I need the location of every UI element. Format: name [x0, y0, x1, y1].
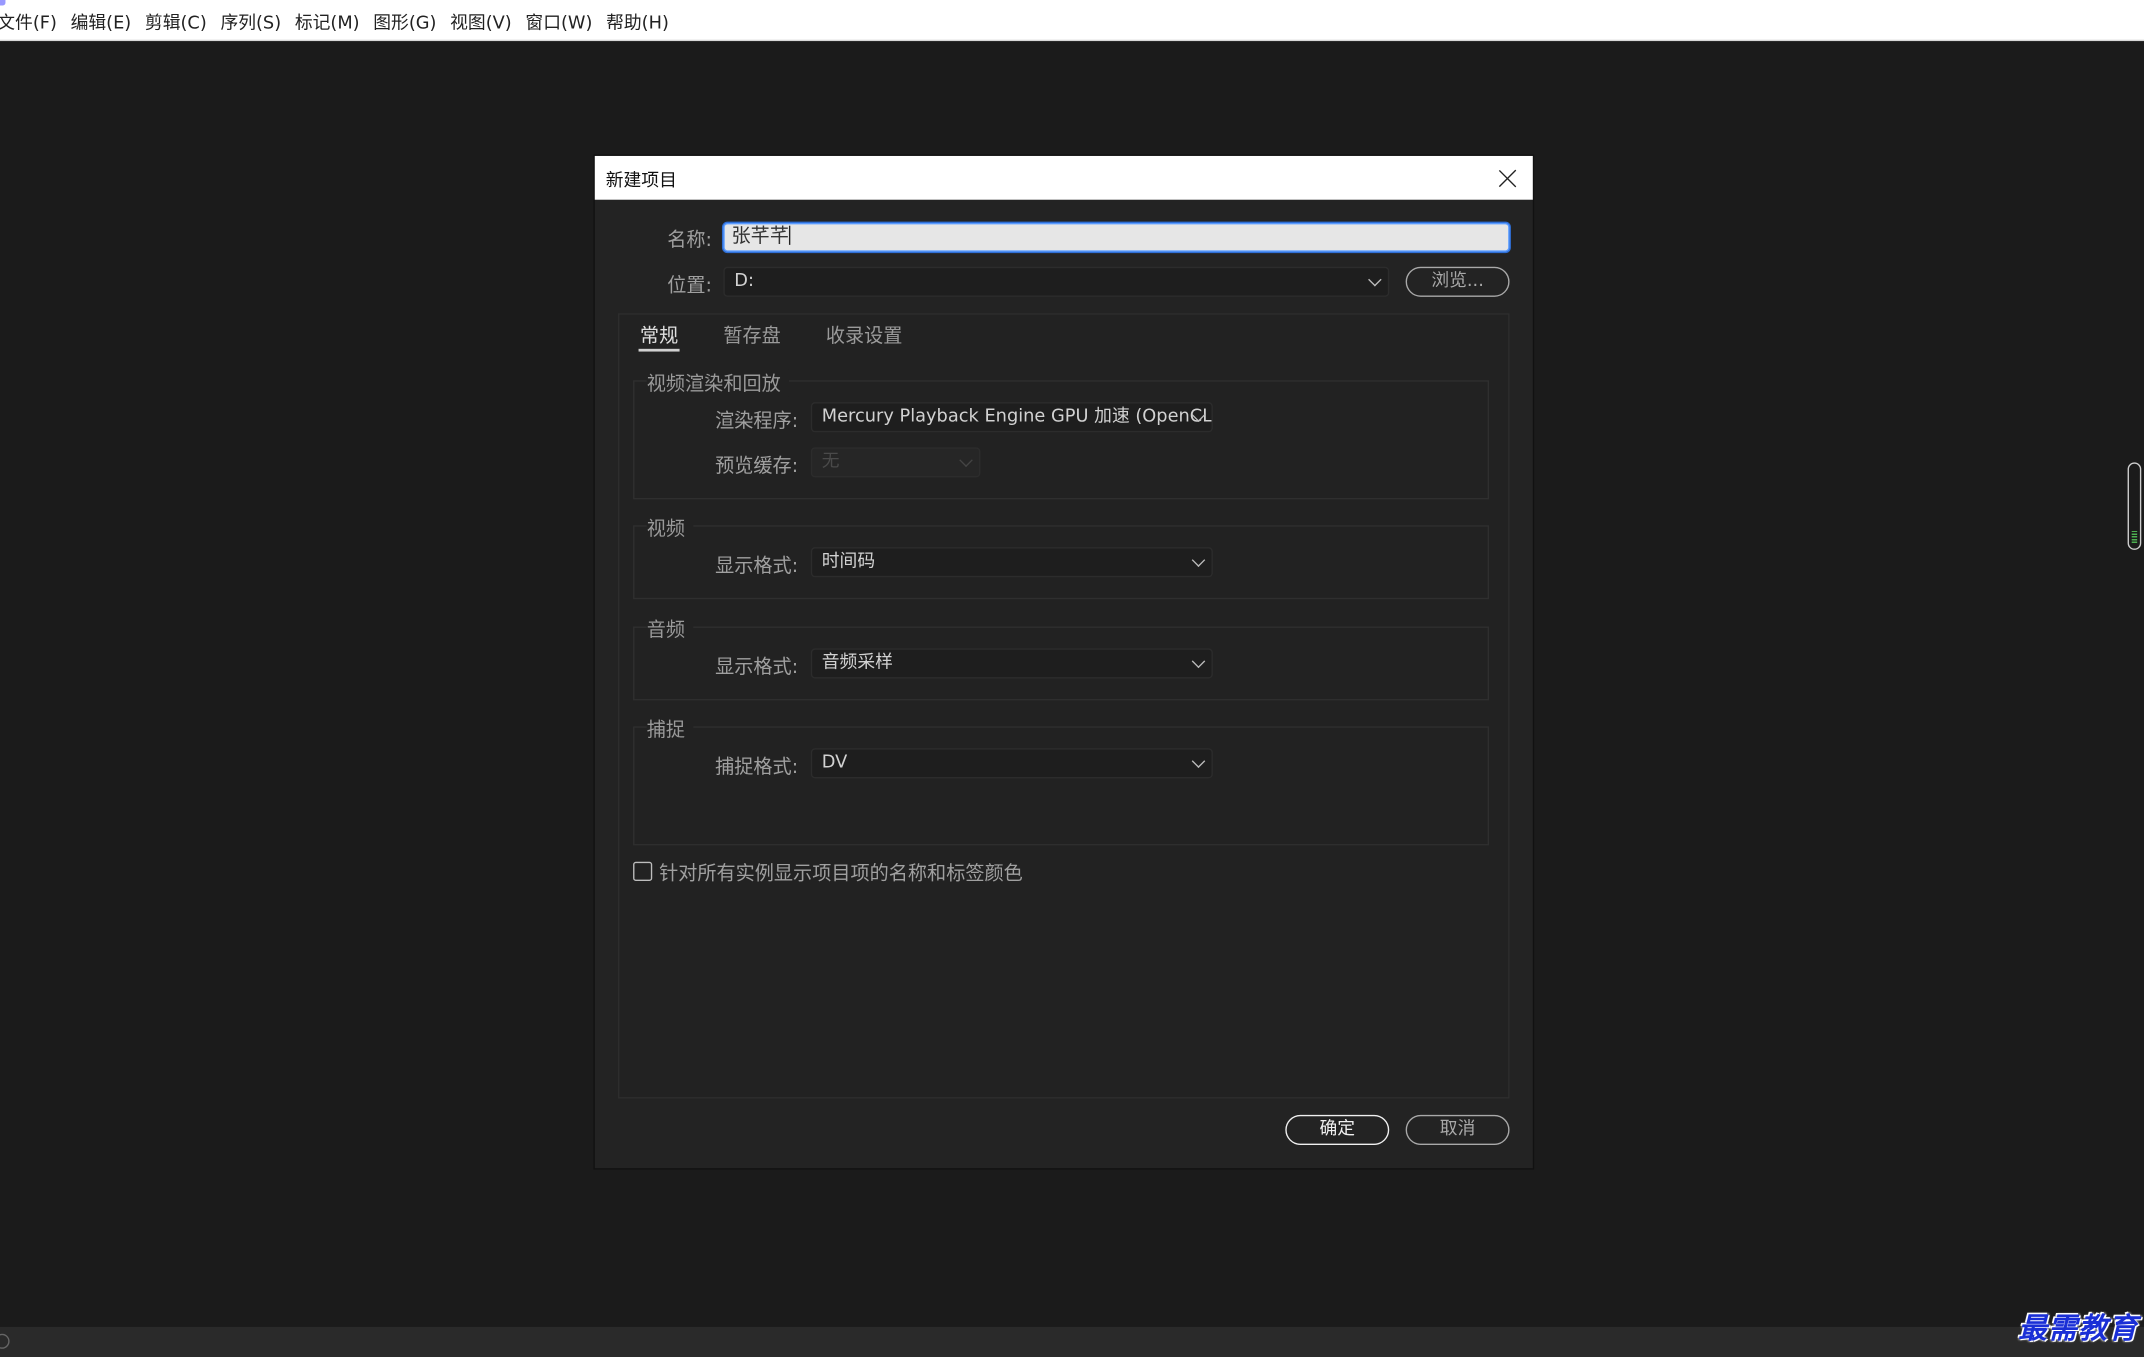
menu-window[interactable]: 窗口(W): [525, 12, 592, 37]
chevron-down-icon: [959, 453, 973, 468]
watermark-logo: 最需教育: [2018, 1310, 2139, 1345]
preview-cache-select: 无: [810, 447, 981, 478]
chevron-down-icon: [1368, 272, 1382, 287]
status-bar: [0, 1326, 2144, 1357]
tab-general[interactable]: 常规: [640, 321, 678, 348]
capture-format-label: 捕捉格式:: [715, 756, 799, 779]
group-video-title: 视频: [646, 514, 694, 542]
group-video-rendering: [633, 380, 1490, 500]
chevron-down-icon: [1191, 553, 1206, 567]
tab-scratch-disks[interactable]: 暂存盘: [723, 321, 780, 348]
location-label: 位置:: [667, 274, 713, 297]
project-name-input[interactable]: 张芊芊: [723, 222, 1510, 252]
ok-button[interactable]: 确定: [1285, 1114, 1390, 1145]
browse-button[interactable]: 浏览...: [1405, 266, 1510, 297]
app-window: 文件(F) 编辑(E) 剪辑(C) 序列(S) 标记(M) 图形(G) 视图(V…: [0, 0, 2144, 1357]
cancel-button[interactable]: 取消: [1405, 1114, 1510, 1145]
chevron-down-icon: [1191, 654, 1206, 669]
project-name-value: 张芊芊: [731, 225, 789, 248]
menu-clip[interactable]: 剪辑(C): [145, 12, 207, 37]
preview-cache-value: 无: [821, 451, 840, 472]
dialog-titlebar: 新建项目: [594, 155, 1533, 200]
show-name-label-color-label: 针对所有实例显示项目项的名称和标签颜色: [659, 863, 1023, 886]
dialog-title: 新建项目: [605, 170, 677, 192]
menu-file[interactable]: 文件(F): [0, 12, 57, 37]
group-audio-title: 音频: [646, 615, 694, 643]
menu-help[interactable]: 帮助(H): [606, 12, 669, 37]
audio-display-format-label: 显示格式:: [715, 656, 799, 679]
capture-format-value: DV: [821, 752, 848, 773]
text-caret: [788, 225, 791, 245]
group-video-rendering-title: 视频渲染和回放: [646, 369, 789, 397]
audio-display-format-value: 音频采样: [821, 652, 893, 674]
menu-bar: 文件(F) 编辑(E) 剪辑(C) 序列(S) 标记(M) 图形(G) 视图(V…: [0, 0, 2144, 42]
level-meter: [2131, 530, 2138, 545]
close-icon[interactable]: [1497, 167, 1519, 189]
audio-level-indicator: [2127, 462, 2142, 550]
chevron-down-icon: [1191, 754, 1206, 769]
renderer-select[interactable]: Mercury Playback Engine GPU 加速 (OpenCL): [810, 402, 1213, 433]
active-tab-indicator: [638, 348, 680, 352]
name-label: 名称:: [667, 229, 713, 252]
status-icon: [0, 1333, 10, 1349]
app-logo-icon: [0, 0, 6, 6]
audio-display-format-select[interactable]: 音频采样: [810, 648, 1213, 679]
new-project-dialog: 新建项目 名称: 张芊芊 位置: D: 浏览... 常规 暂存盘 收录设置 视频…: [594, 155, 1533, 1169]
group-capture: [633, 726, 1490, 846]
menu-markers[interactable]: 标记(M): [295, 12, 360, 37]
video-display-format-label: 显示格式:: [715, 555, 799, 578]
renderer-value: Mercury Playback Engine GPU 加速 (OpenCL): [821, 406, 1213, 427]
menu-view[interactable]: 视图(V): [450, 12, 512, 37]
renderer-label: 渲染程序:: [715, 410, 799, 433]
show-name-label-color-checkbox[interactable]: [633, 861, 653, 881]
menu-edit[interactable]: 编辑(E): [71, 12, 132, 37]
video-display-format-value: 时间码: [821, 551, 876, 572]
tab-ingest-settings[interactable]: 收录设置: [826, 321, 903, 348]
preview-cache-label: 预览缓存:: [715, 455, 799, 478]
group-capture-title: 捕捉: [646, 715, 694, 743]
capture-format-select[interactable]: DV: [810, 748, 1213, 779]
menu-items: 文件(F) 编辑(E) 剪辑(C) 序列(S) 标记(M) 图形(G) 视图(V…: [0, 12, 683, 37]
location-select[interactable]: D:: [723, 266, 1390, 297]
location-value: D:: [734, 270, 754, 292]
video-display-format-select[interactable]: 时间码: [810, 547, 1213, 578]
menu-graphics[interactable]: 图形(G): [373, 12, 436, 37]
menu-sequence[interactable]: 序列(S): [220, 12, 281, 37]
